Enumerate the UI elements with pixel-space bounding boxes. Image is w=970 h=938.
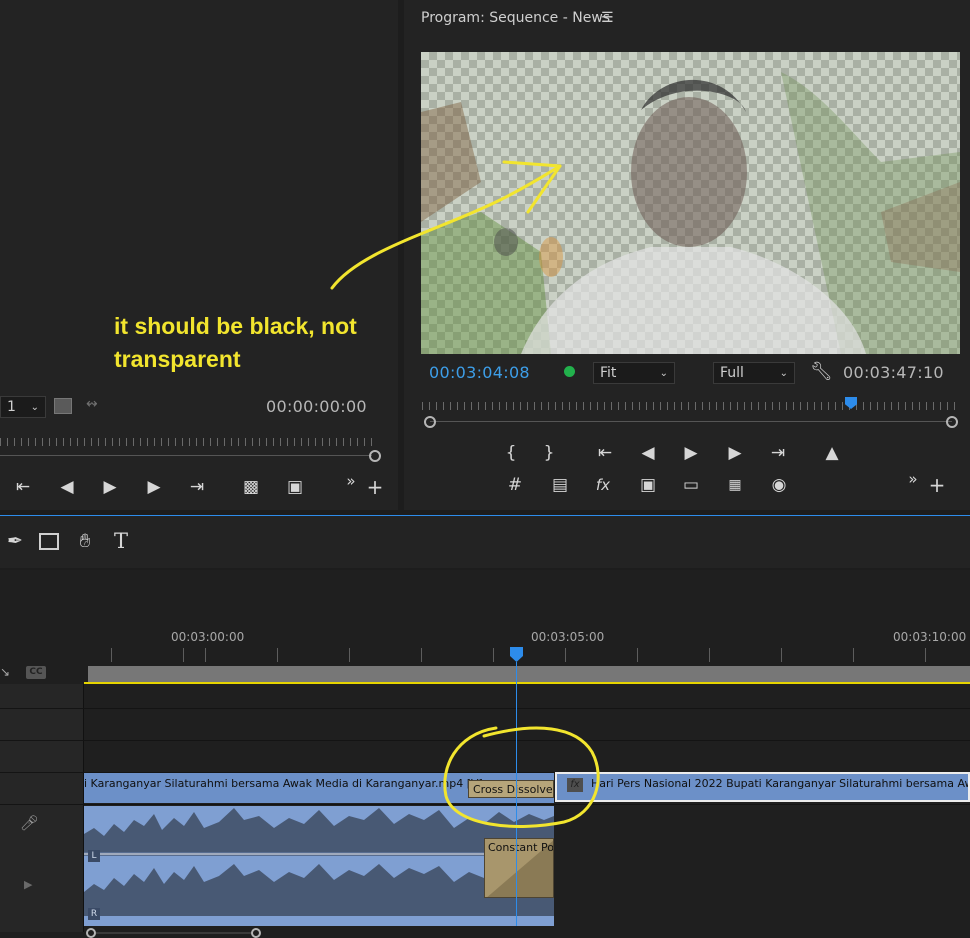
camera-icon[interactable]: ◉ (766, 474, 792, 496)
scroll-track (96, 932, 252, 934)
track-divider (0, 708, 970, 709)
cc-icon[interactable]: CC (26, 666, 46, 679)
lift-icon[interactable]: ▲︎ (819, 442, 845, 464)
annotation-line-1: it should be black, not (114, 313, 357, 339)
program-transport-row-1: { } ⇤ ◀︎ ▶︎ ▶︎ ⇥ ▲︎ (498, 442, 858, 466)
multi-camera-icon[interactable]: ▦ (722, 474, 748, 496)
export-frame-icon[interactable]: ▭ (678, 474, 704, 496)
ruler-major-ticks (84, 648, 970, 662)
safe-margins-icon[interactable] (54, 398, 72, 414)
annotation-arrow (330, 160, 562, 290)
track-headers (0, 684, 84, 932)
step-forward-icon[interactable]: ▶︎ (722, 442, 748, 464)
chevron-down-icon: ⌄ (659, 367, 668, 379)
wrench-small-icon[interactable]: ↘ (0, 665, 10, 679)
program-ruler-line (430, 421, 952, 422)
constant-power-transition[interactable]: Constant Pow (484, 838, 554, 898)
timeline-scrollbar[interactable] (84, 928, 274, 938)
overwrite-icon[interactable]: ▣ (282, 476, 308, 498)
expand-track-icon[interactable]: ▶︎ (24, 878, 32, 891)
scroll-handle-right[interactable] (251, 928, 261, 938)
source-zoom-handle[interactable] (369, 450, 381, 462)
insert-icon[interactable]: ▩ (238, 476, 264, 498)
add-button-icon[interactable]: + (924, 473, 950, 497)
annotation-text: it should be black, not transparent (114, 310, 357, 376)
video-clip-right[interactable]: fx Hari Pers Nasional 2022 Bupati Karang… (555, 772, 970, 802)
more-controls-icon[interactable]: » (900, 468, 926, 490)
mark-in-icon[interactable]: { (498, 442, 524, 464)
chevron-down-icon: ⌄ (30, 401, 39, 413)
source-timecode: 00:00:00:00 (266, 397, 367, 416)
work-area-line (84, 682, 970, 684)
source-transport: ⇤ ◀︎ ▶︎ ▶︎ ⇥ ▩ ▣ » + (10, 472, 390, 500)
work-area-bar[interactable] (88, 666, 970, 682)
program-zoom-handle-left[interactable] (424, 416, 436, 428)
annotation-line-2: transparent (114, 346, 241, 372)
play-icon[interactable]: ▶︎ (97, 476, 123, 498)
clip-label: i Karanganyar Silaturahmi bersama Awak M… (84, 777, 483, 790)
step-back-icon[interactable]: ◀︎ (54, 476, 80, 498)
more-controls-icon[interactable]: » (338, 470, 364, 492)
hamburger-icon[interactable]: ☰ (601, 10, 614, 26)
annotation-circle (443, 726, 600, 828)
step-back-icon[interactable]: ◀︎ (635, 442, 661, 464)
film-icon[interactable]: ▤ (547, 474, 573, 496)
pen-tool-icon[interactable]: ✒ (2, 530, 28, 552)
program-current-timecode[interactable]: 00:03:04:08 (429, 363, 530, 382)
clip-label: Hari Pers Nasional 2022 Bupati Karangany… (591, 777, 970, 790)
fx-icon[interactable]: fx (590, 474, 616, 496)
ruler-label-3: 00:03:10:00 (893, 630, 967, 644)
scroll-handle-left[interactable] (86, 928, 96, 938)
settings-icon[interactable]: ↭ (86, 396, 98, 412)
step-forward-icon[interactable]: ▶︎ (141, 476, 167, 498)
safe-margins-icon[interactable]: ▣ (635, 474, 661, 496)
channel-left-label: L (88, 850, 100, 862)
go-to-in-icon[interactable]: ⇤ (10, 476, 36, 498)
channel-right-label: R (88, 908, 100, 920)
program-time-ruler[interactable] (422, 402, 958, 410)
rectangle-tool-icon[interactable] (39, 533, 59, 550)
quality-select[interactable]: Full ⌄ (713, 362, 795, 384)
play-icon[interactable]: ▶︎ (678, 442, 704, 464)
ruler-label-2: 00:03:05:00 (531, 630, 605, 644)
go-to-in-icon[interactable]: ⇤ (592, 442, 618, 464)
hand-tool-icon[interactable]: ✋︎ (72, 530, 98, 552)
add-button-icon[interactable]: + (362, 475, 388, 499)
transition-label: Constant Pow (488, 841, 554, 854)
go-to-out-icon[interactable]: ⇥ (184, 476, 210, 498)
program-monitor-title[interactable]: Program: Sequence - News (421, 10, 610, 26)
microphone-icon[interactable]: 🎤︎ (20, 814, 39, 832)
program-zoom-handle-right[interactable] (946, 416, 958, 428)
mark-out-icon[interactable]: } (536, 442, 562, 464)
source-time-ruler[interactable] (0, 438, 372, 446)
source-ruler-line (0, 455, 372, 456)
timeline-ruler[interactable]: 00:03:00:00 00:03:05:00 00:03:10:00 (84, 620, 970, 664)
ruler-label-1: 00:03:00:00 (171, 630, 245, 644)
source-zoom-select[interactable]: 1 ⌄ (0, 396, 46, 418)
grid-icon[interactable]: # (502, 474, 528, 496)
program-transport-row-2: # ▤ fx ▣ ▭ ▦ ◉ » + (502, 470, 962, 498)
go-to-out-icon[interactable]: ⇥ (765, 442, 791, 464)
tools-panel (0, 516, 970, 568)
chevron-down-icon: ⌄ (779, 367, 788, 379)
wrench-icon[interactable]: 🔧︎ (810, 361, 833, 382)
type-tool-icon[interactable]: T (108, 529, 134, 553)
fit-select[interactable]: Fit ⌄ (593, 362, 675, 384)
status-dot (564, 366, 575, 377)
program-duration-timecode: 00:03:47:10 (843, 363, 944, 382)
